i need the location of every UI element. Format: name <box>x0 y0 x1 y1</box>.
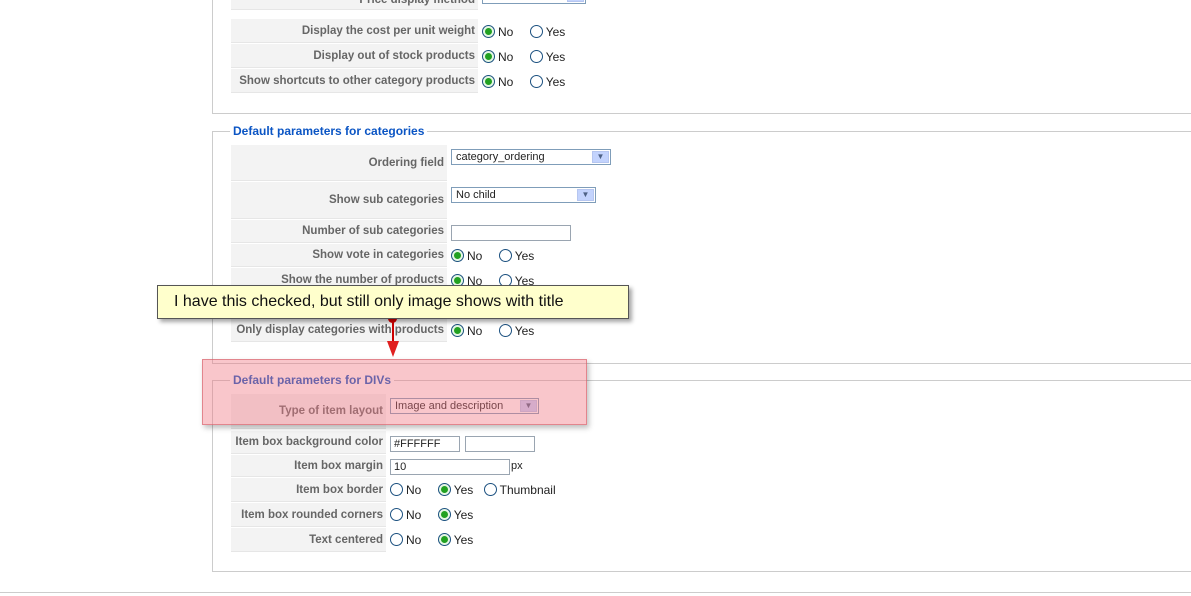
rounded-radios: No Yes <box>390 508 480 522</box>
only-display-label: Only display categories with products <box>231 318 447 342</box>
rounded-no-radio[interactable] <box>390 508 403 521</box>
border-thumbnail-radio[interactable] <box>483 483 497 496</box>
radio-label: Yes <box>453 483 474 497</box>
cost-per-unit-label: Display the cost per unit weight <box>231 19 478 43</box>
bg-color-swatch-input[interactable] <box>465 436 535 452</box>
annotation-callout: I have this checked, but still only imag… <box>157 285 629 319</box>
show-sub-categories-label: Show sub categories <box>231 182 447 219</box>
shortcuts-no-radio[interactable] <box>482 75 495 88</box>
cost-per-unit-no-radio[interactable] <box>482 25 495 38</box>
only-display-yes-radio[interactable] <box>498 324 512 337</box>
select-value: category_ordering <box>456 151 545 163</box>
radio-label: No <box>467 324 483 338</box>
radio-label: Yes <box>453 508 474 522</box>
cost-per-unit-yes-radio[interactable] <box>529 25 543 38</box>
select-value: No child <box>456 189 496 201</box>
radio-label: No <box>406 533 422 547</box>
out-of-stock-yes-radio[interactable] <box>529 50 543 63</box>
out-of-stock-label: Display out of stock products <box>231 44 478 68</box>
centered-radios: No Yes <box>390 533 480 547</box>
shortcuts-yes-radio[interactable] <box>529 75 543 88</box>
only-display-no-radio[interactable] <box>451 324 464 337</box>
out-of-stock-no-radio[interactable] <box>482 50 495 63</box>
price-display-method-label: Price display method <box>231 0 478 10</box>
radio-label: No <box>467 249 483 263</box>
radio-label: Yes <box>545 75 566 89</box>
show-vote-yes-radio[interactable] <box>498 249 512 262</box>
radio-label: No <box>498 75 514 89</box>
radio-label: No <box>498 50 514 64</box>
rounded-label: Item box rounded corners <box>231 503 386 527</box>
price-display-method-select[interactable]: ▼ <box>482 0 586 4</box>
ordering-field-select[interactable]: category_ordering ▼ <box>451 149 611 165</box>
cost-per-unit-radios: No Yes <box>482 25 572 39</box>
centered-yes-radio[interactable] <box>437 533 451 546</box>
categories-legend: Default parameters for categories <box>230 124 428 138</box>
margin-input[interactable]: 10 <box>390 459 510 475</box>
chevron-down-icon: ▼ <box>567 0 584 2</box>
border-label: Item box border <box>231 478 386 502</box>
centered-no-radio[interactable] <box>390 533 403 546</box>
radio-label: Yes <box>545 50 566 64</box>
centered-label: Text centered <box>231 528 386 552</box>
shortcuts-label: Show shortcuts to other category product… <box>231 69 478 93</box>
margin-label: Item box margin <box>231 455 386 477</box>
radio-label: Yes <box>514 324 535 338</box>
show-sub-categories-select[interactable]: No child ▼ <box>451 187 596 203</box>
border-radios: No Yes Thumbnail <box>390 483 563 497</box>
radio-label: No <box>406 483 422 497</box>
shortcuts-radios: No Yes <box>482 75 572 89</box>
bottom-divider <box>0 592 1191 593</box>
radio-label: No <box>406 508 422 522</box>
radio-label: Yes <box>453 533 474 547</box>
arrow-down-icon <box>387 341 399 357</box>
chevron-down-icon: ▼ <box>577 189 594 201</box>
bg-color-label: Item box background color <box>231 431 386 454</box>
ordering-field-label: Ordering field <box>231 145 447 181</box>
only-display-radios: No Yes <box>451 324 541 338</box>
border-no-radio[interactable] <box>390 483 403 496</box>
chevron-down-icon: ▼ <box>592 151 609 163</box>
radio-label: Thumbnail <box>499 483 556 497</box>
bg-color-input[interactable]: #FFFFFF <box>390 436 460 452</box>
highlight-box <box>202 359 587 425</box>
out-of-stock-radios: No Yes <box>482 50 572 64</box>
radio-label: No <box>498 25 514 39</box>
margin-unit: px <box>511 460 523 472</box>
number-sub-categories-input[interactable] <box>451 225 571 241</box>
border-yes-radio[interactable] <box>437 483 451 496</box>
radio-label: Yes <box>514 249 535 263</box>
show-vote-no-radio[interactable] <box>451 249 464 262</box>
show-vote-label: Show vote in categories <box>231 244 447 267</box>
number-sub-categories-label: Number of sub categories <box>231 220 447 243</box>
rounded-yes-radio[interactable] <box>437 508 451 521</box>
show-vote-radios: No Yes <box>451 249 541 263</box>
radio-label: Yes <box>545 25 566 39</box>
